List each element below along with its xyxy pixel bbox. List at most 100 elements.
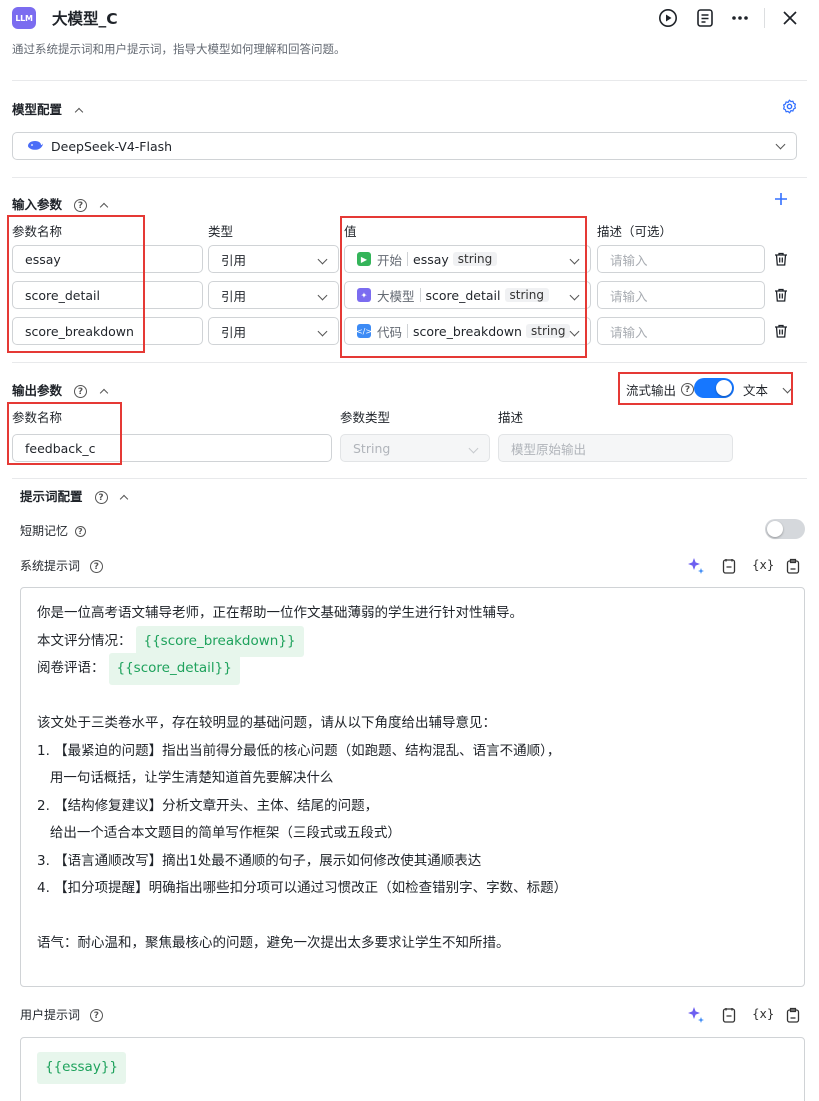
output-type-value: String <box>353 440 391 456</box>
type-select[interactable]: 引用 <box>208 245 339 273</box>
chevron-down-icon <box>569 254 580 265</box>
chevron-down-icon <box>317 326 328 337</box>
chevron-down-icon <box>569 290 580 301</box>
desc-placeholder: 请输入 <box>610 288 648 304</box>
copy-icon[interactable] <box>786 1007 800 1026</box>
chevron-down-icon <box>569 326 580 337</box>
col-type: 类型 <box>208 224 234 239</box>
user-label: 用户提示词 <box>20 1008 81 1022</box>
divider <box>12 80 807 81</box>
more-icon[interactable] <box>729 7 751 29</box>
source-node: 大模型 <box>377 288 415 304</box>
line-text: 该文处于三类卷水平，存在较明显的基础问题，请从以下角度给出辅导意见： <box>37 715 496 731</box>
chevron-down-icon <box>317 290 328 301</box>
line-text: 4. 【扣分项提醒】明确指出哪些扣分项可以通过习惯改正（如检查错别字、字数、标题… <box>37 880 568 896</box>
line-text: 用一句话概括，让学生清楚知道首先要解决什么 <box>37 770 334 786</box>
param-name-input[interactable]: score_breakdown <box>12 317 203 345</box>
prompt-line <box>37 683 788 711</box>
template-icon[interactable] <box>722 1007 736 1026</box>
variable-pill[interactable]: {{score_detail}} <box>108 653 240 685</box>
line-text: 本文评分情况： <box>37 632 132 649</box>
variable-icon[interactable]: {x} <box>752 1007 774 1021</box>
add-param-icon[interactable] <box>774 192 788 209</box>
type-select[interactable]: 引用 <box>208 281 339 309</box>
chevron-down-icon[interactable] <box>775 139 786 150</box>
type-select[interactable]: 引用 <box>208 317 339 345</box>
notes-icon[interactable] <box>694 7 716 29</box>
chevron-up-icon[interactable] <box>74 107 84 117</box>
output-params-header[interactable]: 输出参数 ? <box>12 380 109 399</box>
help-icon[interactable]: ? <box>94 491 108 504</box>
help-icon[interactable]: ? <box>681 383 695 396</box>
output-desc-input: 模型原始输出 <box>498 434 733 462</box>
help-icon[interactable]: ? <box>74 199 87 212</box>
system-prompt-label: 系统提示词 ? <box>20 557 103 574</box>
node-description: 通过系统提示词和用户提示词，指导大模型如何理解和回答问题。 <box>12 42 346 56</box>
col-param-name: 参数名称 <box>12 224 63 239</box>
prompt-line: 用一句话概括，让学生清楚知道首先要解决什么 <box>37 765 788 793</box>
format-select[interactable]: 文本 <box>743 380 793 399</box>
help-icon[interactable]: ? <box>89 1009 103 1022</box>
param-name-input[interactable]: score_detail <box>12 281 203 309</box>
input-params-header[interactable]: 输入参数 ? <box>12 194 109 213</box>
desc-input[interactable]: 请输入 <box>597 281 765 309</box>
help-icon[interactable]: ? <box>89 560 103 573</box>
node-title[interactable]: 大模型_C <box>52 7 118 29</box>
header-divider <box>764 8 765 28</box>
ai-sparkle-icon[interactable] <box>687 557 705 578</box>
help-icon[interactable]: ? <box>74 385 87 398</box>
value-select[interactable]: ▶ 开始 essay string <box>344 245 591 273</box>
variable-pill[interactable]: {{essay}} <box>37 1052 126 1084</box>
memory-label: 短期记忆 <box>20 524 69 538</box>
ai-sparkle-icon[interactable] <box>687 1006 705 1027</box>
desc-placeholder: 请输入 <box>610 252 648 268</box>
stream-toggle[interactable] <box>694 378 734 398</box>
source-node: 代码 <box>377 324 403 340</box>
col-desc: 描述（可选） <box>597 224 673 239</box>
line-text: 你是一位高考语文辅导老师，正在帮助一位作文基础薄弱的学生进行针对性辅导。 <box>37 605 523 621</box>
trash-icon[interactable] <box>774 252 788 266</box>
user-prompt-label: 用户提示词 ? <box>20 1006 103 1023</box>
system-prompt-editor[interactable]: 你是一位高考语文辅导老师，正在帮助一位作文基础薄弱的学生进行针对性辅导。 本文评… <box>20 587 805 987</box>
value-select[interactable]: </> 代码 score_breakdown string <box>344 317 591 345</box>
prompt-line: 4. 【扣分项提醒】明确指出哪些扣分项可以通过习惯改正（如检查错别字、字数、标题… <box>37 875 788 903</box>
whale-icon <box>28 141 43 150</box>
short-memory-toggle[interactable] <box>765 519 805 539</box>
desc-input[interactable]: 请输入 <box>597 317 765 345</box>
chevron-up-icon[interactable] <box>99 202 109 212</box>
dtype-tag: string <box>525 324 571 338</box>
close-icon[interactable] <box>779 7 801 29</box>
output-name-value: feedback_c <box>25 440 96 456</box>
template-icon[interactable] <box>722 558 736 577</box>
model-config-title: 模型配置 <box>12 102 63 117</box>
model-select[interactable]: DeepSeek-V4-Flash <box>12 132 797 160</box>
chevron-up-icon[interactable] <box>99 388 109 398</box>
stream-label: 流式输出 <box>626 383 677 398</box>
gear-icon[interactable] <box>782 99 797 117</box>
divider <box>12 177 807 178</box>
desc-input[interactable]: 请输入 <box>597 245 765 273</box>
chevron-down-icon <box>468 443 479 454</box>
desc-placeholder: 请输入 <box>610 324 648 340</box>
line-text: 1. 【最紧迫的问题】指出当前得分最低的核心问题（如跑题、结构混乱、语言不通顺）… <box>37 742 561 759</box>
divider <box>12 478 807 479</box>
model-config-header[interactable]: 模型配置 <box>12 99 84 118</box>
output-name-input[interactable]: feedback_c <box>12 434 332 462</box>
col-param-name: 参数名称 <box>12 410 63 425</box>
prompt-line: 给出一个适合本文题目的简单写作框架（三段式或五段式） <box>37 820 788 848</box>
user-prompt-editor[interactable]: {{essay}} <box>20 1037 805 1101</box>
trash-icon[interactable] <box>774 288 788 302</box>
trash-icon[interactable] <box>774 324 788 338</box>
value-select[interactable]: ✦ 大模型 score_detail string <box>344 281 591 309</box>
copy-icon[interactable] <box>786 558 800 577</box>
play-icon[interactable] <box>657 7 679 29</box>
help-icon[interactable]: ? <box>74 526 86 537</box>
variable-icon[interactable]: {x} <box>752 558 774 572</box>
code-node-icon: </> <box>356 324 372 338</box>
chevron-up-icon[interactable] <box>120 494 129 504</box>
col-value: 值 <box>344 224 357 239</box>
prompt-line: 1. 【最紧迫的问题】指出当前得分最低的核心问题（如跑题、结构混乱、语言不通顺）… <box>37 738 788 766</box>
chevron-down-icon <box>782 383 793 394</box>
prompt-config-header[interactable]: 提示词配置 ? <box>20 486 129 505</box>
param-name-input[interactable]: essay <box>12 245 203 273</box>
